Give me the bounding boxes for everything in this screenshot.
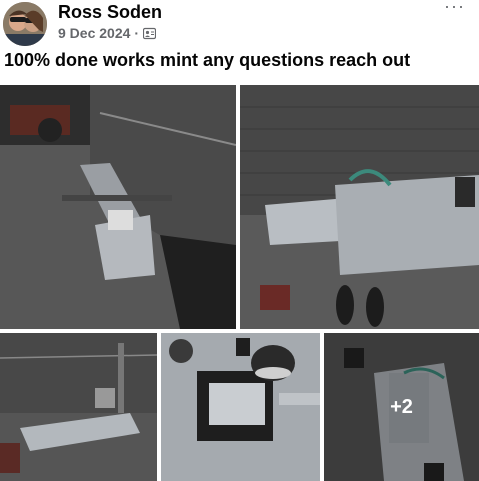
post-photo-4[interactable] [161,333,320,481]
post-photo-1[interactable] [0,85,236,329]
post-photo-2[interactable] [240,85,479,329]
author-avatar[interactable] [3,2,47,46]
author-name[interactable]: Ross Soden [58,2,162,23]
post-caption: 100% done works mint any questions reach… [4,50,411,70]
post-photo-more[interactable]: +2 [324,333,479,481]
post-photo-3[interactable] [0,333,157,481]
friends-icon [142,27,157,40]
post-date[interactable]: 9 Dec 2024 [58,25,130,41]
post-meta: 9 Dec 2024 · [58,25,157,41]
meta-separator: · [134,25,140,41]
more-photos-count[interactable]: +2 [324,333,479,481]
more-options-button[interactable]: ··· [444,0,465,17]
